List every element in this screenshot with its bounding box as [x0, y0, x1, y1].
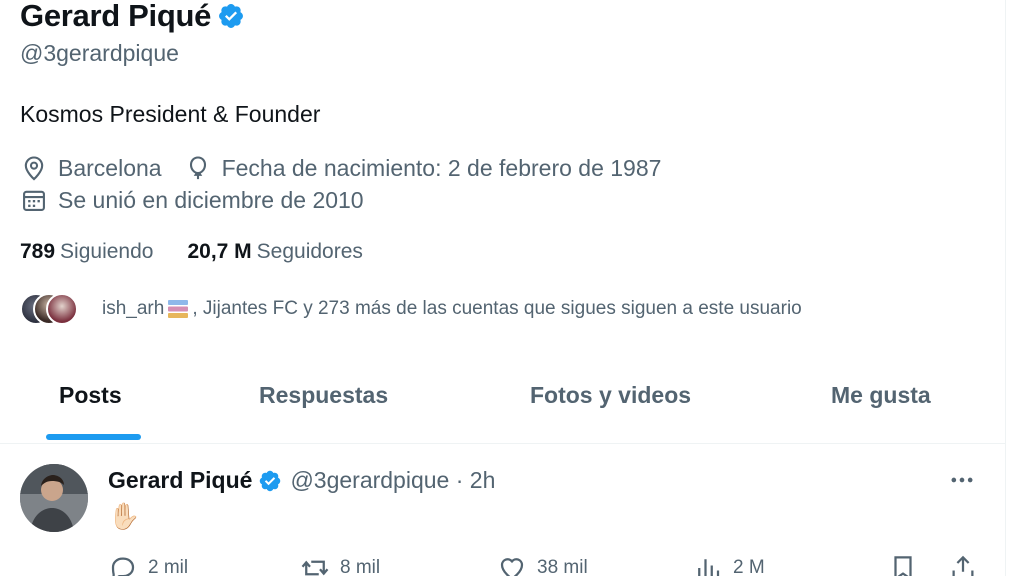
avatar-photo	[20, 464, 88, 532]
share-icon	[952, 555, 974, 576]
retweet-button[interactable]: 8 mil	[300, 553, 380, 576]
profile-name: Gerard Piqué	[20, 0, 212, 33]
more-button[interactable]	[945, 463, 979, 497]
reply-icon	[111, 557, 135, 576]
following-link[interactable]: 789 Siguiendo	[20, 240, 153, 264]
reply-button[interactable]: 2 mil	[108, 553, 188, 576]
birthdate-label: Fecha de nacimiento: 2 de febrero de 198…	[221, 154, 662, 181]
location-pin-icon	[24, 156, 44, 181]
verified-badge-icon	[219, 4, 244, 28]
reply-count: 2 mil	[148, 557, 189, 576]
followers-link[interactable]: 20,7 M Seguidores	[187, 240, 362, 264]
avatar	[46, 293, 78, 325]
more-icon	[951, 477, 973, 483]
joined-item: Se unió en diciembre de 2010	[20, 186, 364, 214]
known-follower-name: ish_arh	[102, 298, 165, 319]
avatar[interactable]	[20, 464, 88, 532]
profile-meta-row: Barcelona Fecha de nacimiento: 2 de febr…	[20, 154, 683, 182]
like-count: 38 mil	[537, 557, 588, 576]
verified-badge-icon	[260, 470, 281, 491]
bookmark-icon	[894, 556, 912, 576]
tab-posts[interactable]: Posts	[59, 382, 122, 409]
joined-label: Se unió en diciembre de 2010	[58, 186, 364, 213]
location-label: Barcelona	[58, 154, 162, 181]
location-item: Barcelona	[20, 154, 162, 182]
like-button[interactable]: 38 mil	[497, 553, 588, 576]
profile-name-row: Gerard Piqué	[20, 0, 245, 34]
known-followers-text: , Jijantes FC y 273 más de las cuentas q…	[192, 298, 802, 319]
like-icon	[500, 558, 524, 576]
tab-media[interactable]: Fotos y videos	[530, 382, 691, 409]
followers-count: 20,7 M	[187, 240, 252, 263]
known-followers-link[interactable]: ish_arh , Jijantes FC y 273 más de las c…	[20, 292, 802, 326]
share-button[interactable]	[948, 553, 988, 576]
calendar-icon	[23, 190, 45, 211]
tweet-actions: 2 mil 8 mil 38 mil 2 M	[0, 553, 1005, 576]
views-count: 2 M	[733, 557, 765, 576]
retweet-icon	[301, 560, 329, 576]
tweet[interactable]: Gerard Piqué @3gerardpique · 2h ✋🏻 2 mil…	[0, 445, 1005, 576]
retweet-count: 8 mil	[340, 557, 381, 576]
followers-label: Seguidores	[256, 240, 363, 263]
tab-replies[interactable]: Respuestas	[259, 382, 388, 409]
profile-bio: Kosmos President & Founder	[20, 101, 321, 127]
profile-tabs: Posts Respuestas Fotos y videos Me gusta	[0, 362, 1005, 444]
known-followers-avatars	[20, 292, 82, 326]
profile-meta-row-joined: Se unió en diciembre de 2010	[20, 186, 386, 214]
tab-likes[interactable]: Me gusta	[831, 382, 931, 409]
following-count: 789	[20, 240, 56, 263]
birthdate-item: Fecha de nacimiento: 2 de febrero de 198…	[184, 154, 662, 182]
active-tab-indicator	[46, 434, 141, 440]
tweet-handle-time[interactable]: @3gerardpique · 2h	[290, 467, 495, 494]
follow-stats: 789 Siguiendo 20,7 M Seguidores	[20, 240, 397, 264]
following-label: Siguiendo	[60, 240, 154, 263]
books-emoji-icon	[168, 300, 189, 318]
views-icon	[698, 559, 720, 576]
tweet-author-name[interactable]: Gerard Piqué	[108, 467, 252, 494]
tweet-header: Gerard Piqué @3gerardpique · 2h	[108, 467, 495, 494]
bookmark-button[interactable]	[888, 553, 928, 576]
column-border	[1005, 0, 1006, 576]
profile-handle: @3gerardpique	[20, 40, 179, 66]
tweet-text: ✋🏻	[108, 501, 141, 531]
views-button[interactable]: 2 M	[693, 553, 765, 576]
balloon-icon	[189, 156, 206, 180]
